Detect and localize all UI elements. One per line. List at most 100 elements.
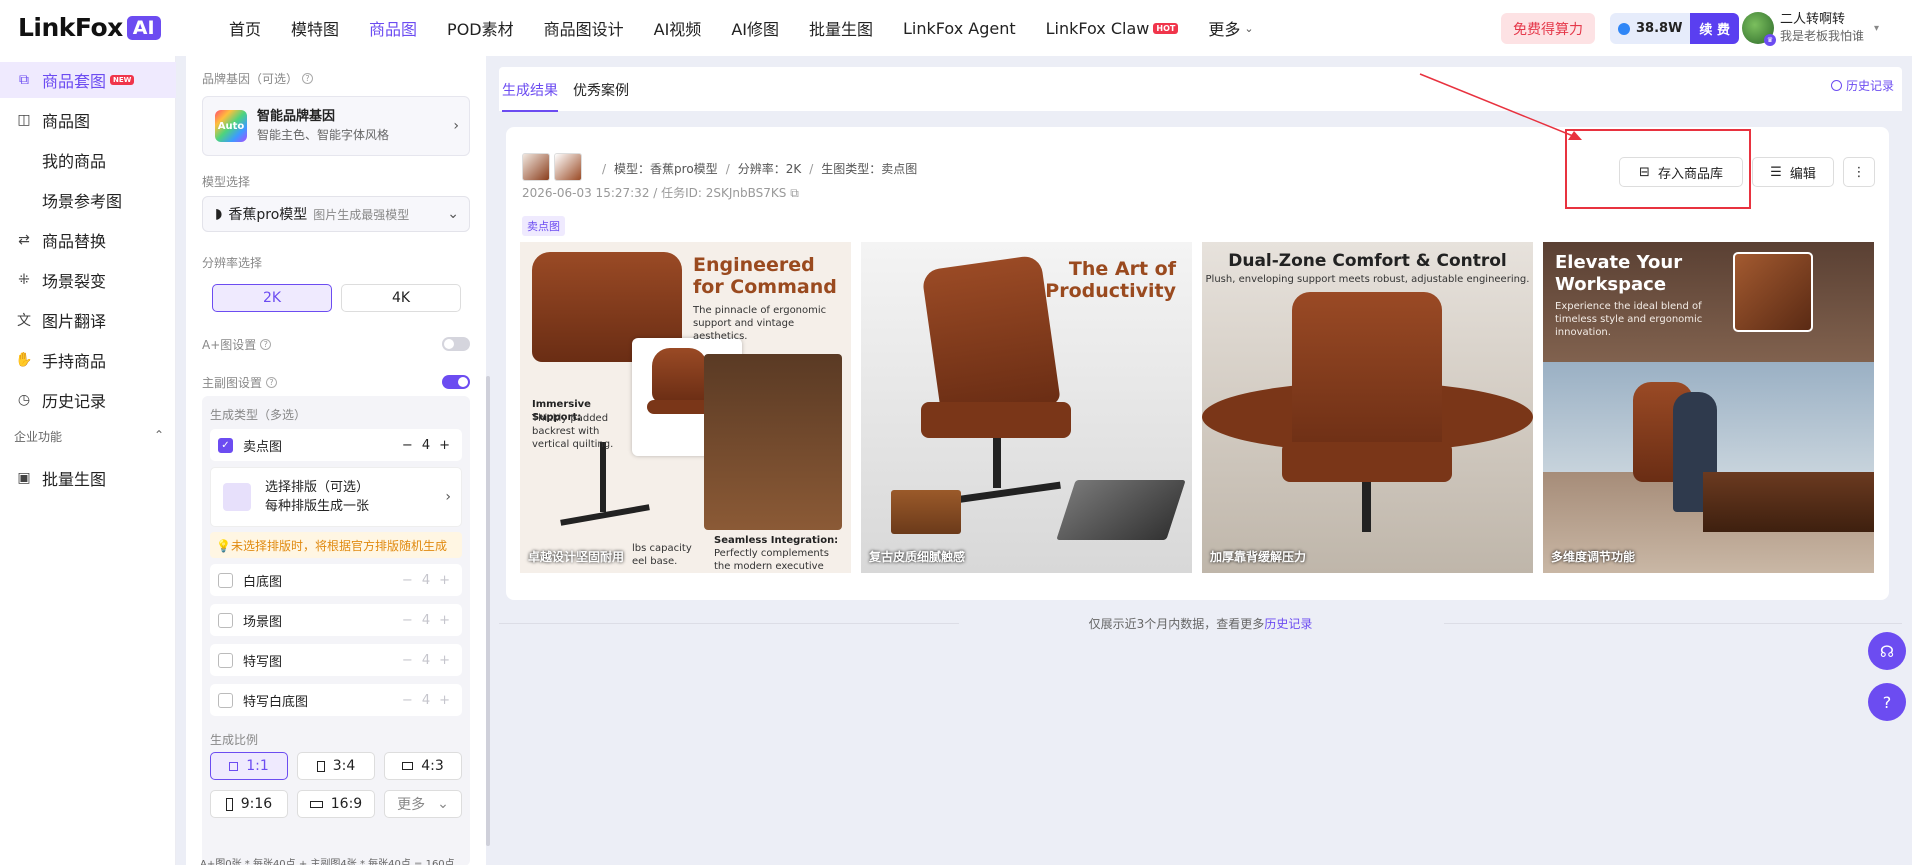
nav-claw[interactable]: LinkFox Claw HOT — [1046, 19, 1179, 38]
result-image-1[interactable]: Engineered for Command The pinnacle of e… — [520, 242, 851, 573]
renew-button[interactable]: 续 费 — [1690, 13, 1739, 44]
ratio-9-16-button[interactable]: 9:16 — [210, 790, 288, 818]
clock-icon: ◷ — [17, 392, 31, 408]
chevron-down-icon: ⌄ — [447, 206, 459, 222]
sidebar-item-label: 历史记录 — [42, 392, 107, 411]
ratio-1-1-button[interactable]: 1:1 — [210, 752, 288, 780]
tab-showcase[interactable]: 优秀案例 — [573, 80, 629, 110]
checkbox[interactable] — [218, 692, 233, 708]
plus-icon[interactable]: + — [439, 613, 450, 628]
more-options-button[interactable]: ⋮ — [1843, 157, 1875, 187]
sidebar-item-scene-reference[interactable]: 场景参考图 — [0, 182, 176, 218]
type-row-closeup[interactable]: 特写图 −4 + — [210, 644, 462, 676]
minus-icon[interactable]: − — [402, 653, 413, 668]
sidebar-item-image-translate[interactable]: 文图片翻译 — [0, 302, 176, 338]
user-menu[interactable]: ♛ 二人转啊转 我是老板我怕谁 ▾ — [1742, 12, 1879, 46]
nav-home[interactable]: 首页 — [229, 16, 261, 40]
type-row-selling-point[interactable]: ✓ 卖点图 −4 + — [210, 429, 462, 461]
sidebar-item-scene-split[interactable]: ⁜ 场景裂变 — [0, 262, 176, 298]
sidebar-item-product-image[interactable]: ◫ 商品图 — [0, 102, 176, 138]
sidebar-item-history[interactable]: ◷ 历史记录 — [0, 382, 176, 418]
layout-select-row[interactable]: 选择排版（可选） 每种排版生成一张 › — [210, 467, 462, 527]
nav-pod[interactable]: POD素材 — [447, 16, 514, 40]
reference-thumbnail[interactable] — [554, 153, 582, 181]
sidebar-item-handheld[interactable]: ✋ 手持商品 — [0, 342, 176, 378]
checkbox[interactable] — [218, 612, 233, 628]
chevron-up-icon: ⌃ — [153, 428, 164, 442]
history-link[interactable]: 历史记录 — [1830, 77, 1894, 94]
quantity-stepper[interactable]: −4 + — [393, 693, 450, 708]
points-balance: 38.8W — [1610, 13, 1691, 44]
sidebar-section-enterprise[interactable]: 企业功能 ⌃ — [14, 428, 164, 445]
sidebar-item-product-replace[interactable]: ⇄ 商品替换 — [0, 222, 176, 258]
nav-model-image[interactable]: 模特图 — [291, 16, 339, 40]
plus-icon[interactable]: + — [439, 653, 450, 668]
minus-icon[interactable]: − — [402, 573, 413, 588]
nav-product-design[interactable]: 商品图设计 — [544, 16, 624, 40]
ratio-4-3-button[interactable]: 4:3 — [384, 752, 462, 780]
nav-product-image[interactable]: 商品图 — [369, 16, 417, 40]
ratio-more-select[interactable]: 更多 ⌄ — [384, 790, 462, 818]
nav-ai-video[interactable]: AI视频 — [654, 16, 702, 40]
tab-results[interactable]: 生成结果 — [502, 80, 558, 112]
resolution-4k-button[interactable]: 4K — [341, 284, 461, 312]
sidebar-item-batch[interactable]: ▣ 批量生图 — [0, 460, 176, 496]
main-image-toggle[interactable] — [442, 375, 470, 389]
result-image-2[interactable]: The Art of Productivity 复古皮质细腻触感 — [861, 242, 1192, 573]
result-tabs: 生成结果 优秀案例 历史记录 — [499, 67, 1902, 112]
help-icon[interactable]: ? — [266, 377, 278, 388]
help-icon[interactable]: ? — [260, 339, 272, 350]
checkbox[interactable] — [218, 652, 233, 668]
plus-icon[interactable]: + — [439, 573, 450, 588]
resolution-2k-button[interactable]: 2K — [212, 284, 332, 312]
free-compute-button[interactable]: 免费得算力 — [1501, 13, 1595, 44]
quantity-stepper[interactable]: −4 + — [393, 438, 450, 453]
customer-service-button[interactable]: ☊ — [1868, 632, 1906, 670]
linkfox-logo[interactable]: LinkFox AI — [18, 13, 161, 42]
minus-icon[interactable]: − — [402, 438, 413, 453]
nav-batch[interactable]: 批量生图 — [809, 16, 873, 40]
type-row-closeup-white[interactable]: 特写白底图 −4 + — [210, 684, 462, 716]
model-name: 香蕉pro模型 — [228, 207, 308, 223]
sidebar-item-label: 商品替换 — [42, 232, 107, 251]
task-meta: / 模型：香蕉pro模型 / 分辨率：2K / 生图类型：卖点图 — [594, 160, 917, 177]
layout-subtitle: 每种排版生成一张 — [265, 499, 370, 514]
result-image-3[interactable]: Dual-Zone Comfort & Control Plush, envel… — [1202, 242, 1533, 573]
quantity-stepper[interactable]: −4 + — [393, 573, 450, 588]
type-tag: 卖点图 — [522, 216, 565, 236]
panel-scrollbar[interactable] — [486, 376, 490, 846]
nav-ai-retouch[interactable]: AI修图 — [731, 16, 779, 40]
minus-icon[interactable]: − — [402, 613, 413, 628]
aplus-toggle[interactable] — [442, 337, 470, 351]
type-row-scene[interactable]: 场景图 −4 + — [210, 604, 462, 636]
nav-label: LinkFox Agent — [903, 18, 1016, 38]
meta-model: 模型：香蕉pro模型 — [614, 162, 718, 176]
quantity-stepper[interactable]: −4 + — [393, 653, 450, 668]
nav-more[interactable]: 更多 ⌄ — [1208, 16, 1253, 40]
help-icon[interactable]: ? — [302, 73, 314, 84]
reference-thumbnail[interactable] — [522, 153, 550, 181]
logo-badge: AI — [126, 15, 161, 40]
quantity-stepper[interactable]: −4 + — [393, 613, 450, 628]
type-row-white-bg[interactable]: 白底图 −4 + — [210, 564, 462, 596]
ratio-16-9-button[interactable]: 16:9 — [297, 790, 375, 818]
nav-agent[interactable]: LinkFox Agent — [903, 19, 1016, 38]
plus-icon[interactable]: + — [439, 438, 450, 453]
help-button[interactable]: ? — [1868, 683, 1906, 721]
result-image-4[interactable]: Elevate Your Workspace Experience the id… — [1543, 242, 1874, 573]
laptop-graphic — [1056, 480, 1186, 540]
checkbox[interactable] — [218, 572, 233, 588]
ratio-3-4-button[interactable]: 3:4 — [297, 752, 375, 780]
checkbox-checked[interactable]: ✓ — [218, 437, 233, 453]
copy-icon[interactable]: ⧉ — [790, 186, 799, 200]
edit-button[interactable]: ☰ 编辑 — [1752, 157, 1834, 187]
footnote-history-link[interactable]: 历史记录 — [1264, 617, 1312, 631]
brand-gene-card[interactable]: Auto 智能品牌基因 智能主色、智能字体风格 › — [202, 96, 470, 156]
tall-portrait-icon — [225, 797, 233, 811]
minus-icon[interactable]: − — [402, 693, 413, 708]
model-select[interactable]: ◗ 香蕉pro模型 图片生成最强模型 ⌄ — [202, 196, 470, 232]
divider: / — [725, 162, 730, 176]
plus-icon[interactable]: + — [439, 693, 450, 708]
sidebar-item-product-set[interactable]: ⧉ 商品套图 NEW — [0, 62, 176, 98]
sidebar-item-my-products[interactable]: 我的商品 — [0, 142, 176, 178]
